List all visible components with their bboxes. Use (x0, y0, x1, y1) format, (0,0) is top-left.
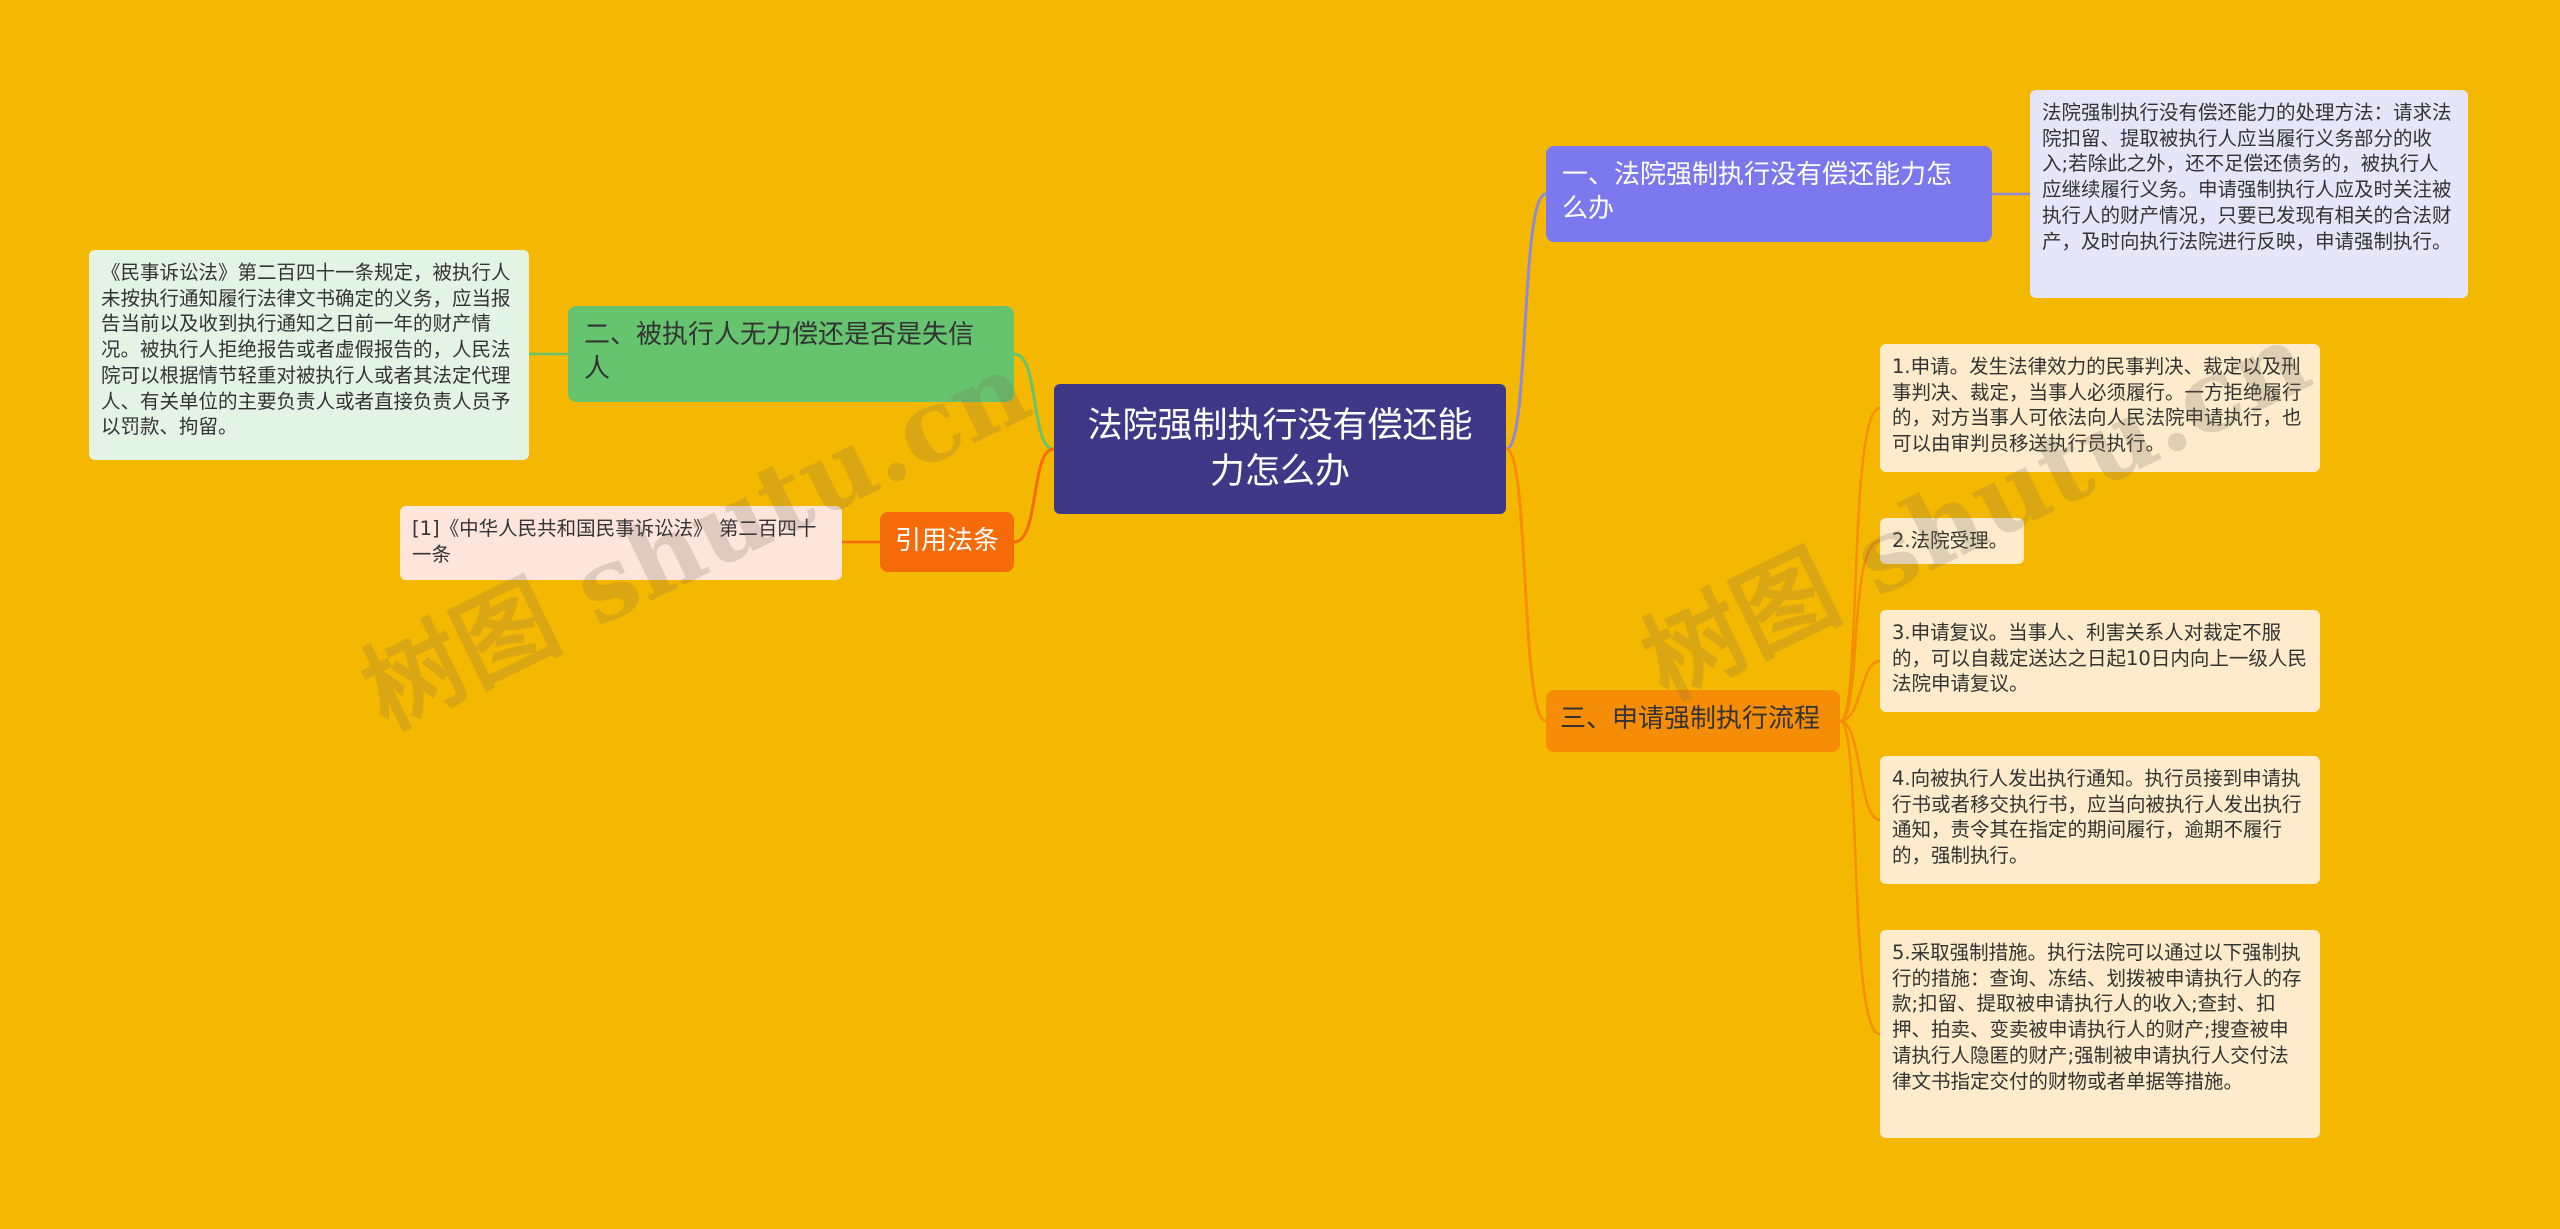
step-node-1[interactable]: 1.申请。发生法律效力的民事判决、裁定以及刑事判决、裁定，当事人必须履行。一方拒… (1880, 344, 2320, 472)
link-root-branch4 (1505, 447, 1547, 723)
leaf-node[interactable]: [1]《中华人民共和国民事诉讼法》 第二百四十一条 (400, 506, 842, 580)
root-label: 法院强制执行没有偿还能力怎么办 (1087, 405, 1473, 492)
mindmap-canvas: 法院强制执行没有偿还能力怎么办 一、法院强制执行没有偿还能力怎么办 法院强制执行… (0, 0, 2560, 1229)
leaf-node[interactable]: 《民事诉讼法》第二百四十一条规定，被执行人未按执行通知履行法律文书确定的义务，应… (89, 250, 529, 460)
step-node-5[interactable]: 5.采取强制措施。执行法院可以通过以下强制执行的措施：查询、冻结、划拨被申请执行… (1880, 930, 2320, 1138)
branch-label: 二、被执行人无力偿还是否是失信人 (584, 320, 975, 385)
leaf-text: 3.申请复议。当事人、利害关系人对裁定不服的，可以自裁定送达之日起10日内向上一… (1892, 621, 2307, 696)
link-root-branch3 (1013, 447, 1055, 544)
branch-label: 三、申请强制执行流程 (1560, 704, 1821, 734)
leaf-node[interactable]: 法院强制执行没有偿还能力的处理方法：请求法院扣留、提取被执行人应当履行义务部分的… (2030, 90, 2468, 298)
leaf-text: 5.采取强制措施。执行法院可以通过以下强制执行的措施：查询、冻结、划拨被申请执行… (1892, 941, 2302, 1093)
branch-node-2[interactable]: 二、被执行人无力偿还是否是失信人 (568, 306, 1014, 402)
step-node-2[interactable]: 2.法院受理。 (1880, 518, 2024, 564)
branch-node-4[interactable]: 三、申请强制执行流程 (1546, 690, 1840, 752)
branch-node-1[interactable]: 一、法院强制执行没有偿还能力怎么办 (1546, 146, 1992, 242)
step-node-4[interactable]: 4.向被执行人发出执行通知。执行员接到申请执行书或者移交执行书，应当向被执行人发… (1880, 756, 2320, 884)
leaf-text: [1]《中华人民共和国民事诉讼法》 第二百四十一条 (412, 517, 817, 566)
branch-node-3[interactable]: 引用法条 (880, 512, 1014, 572)
leaf-text: 《民事诉讼法》第二百四十一条规定，被执行人未按执行通知履行法律文书确定的义务，应… (101, 261, 511, 439)
leaf-text: 法院强制执行没有偿还能力的处理方法：请求法院扣留、提取被执行人应当履行义务部分的… (2042, 101, 2452, 253)
step-node-3[interactable]: 3.申请复议。当事人、利害关系人对裁定不服的，可以自裁定送达之日起10日内向上一… (1880, 610, 2320, 712)
leaf-text: 1.申请。发生法律效力的民事判决、裁定以及刑事判决、裁定，当事人必须履行。一方拒… (1892, 355, 2302, 456)
link-root-branch2 (1013, 352, 1055, 451)
link-branch4-step1 (1839, 406, 1881, 723)
leaf-text: 2.法院受理。 (1892, 529, 2009, 552)
root-node[interactable]: 法院强制执行没有偿还能力怎么办 (1054, 384, 1506, 514)
branch-label: 一、法院强制执行没有偿还能力怎么办 (1562, 160, 1953, 225)
leaf-text: 4.向被执行人发出执行通知。执行员接到申请执行书或者移交执行书，应当向被执行人发… (1892, 767, 2302, 868)
link-root-branch1 (1505, 192, 1547, 451)
branch-label: 引用法条 (894, 526, 999, 556)
